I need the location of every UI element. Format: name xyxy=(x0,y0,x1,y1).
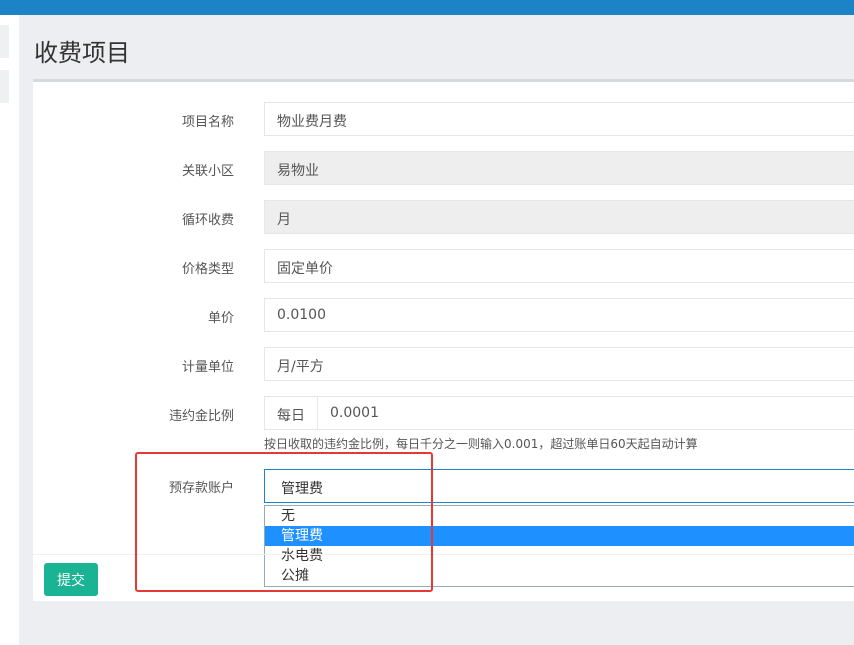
main-content: 收费项目 项目名称 物业费月费 关联小区 易物业 循环收费 月 价格类型 固定单… xyxy=(19,15,854,645)
dropdown-option[interactable]: 公摊 xyxy=(265,566,854,586)
price-type-label: 价格类型 xyxy=(181,262,234,277)
submit-button[interactable]: 提交 xyxy=(44,563,98,596)
deposit-account-label: 预存款账户 xyxy=(168,481,234,496)
cycle-label: 循环收费 xyxy=(181,213,234,228)
sidebar-strip xyxy=(0,15,19,645)
penalty-help-text: 按日收取的违约金比例，每日千分之一则输入0.001，超过账单日60天起自动计算 xyxy=(264,437,698,451)
deposit-account-dropdown: 无 管理费 水电费 公摊 xyxy=(264,505,854,587)
item-name-input[interactable]: 物业费月费 xyxy=(264,102,854,136)
page-title: 收费项目 xyxy=(34,39,130,67)
penalty-label: 违约金比例 xyxy=(168,409,234,424)
community-input: 易物业 xyxy=(264,151,854,185)
sidebar-tab[interactable] xyxy=(0,70,9,103)
top-navbar xyxy=(0,0,854,15)
penalty-addon: 每日 xyxy=(264,396,318,430)
sidebar-tab[interactable] xyxy=(0,25,9,58)
dropdown-option[interactable]: 无 xyxy=(265,506,854,526)
unit-price-input[interactable]: 0.0100 xyxy=(264,298,854,332)
price-type-select[interactable]: 固定单价 xyxy=(264,249,854,283)
item-name-label: 项目名称 xyxy=(181,115,234,130)
unit-price-label: 单价 xyxy=(207,311,234,326)
deposit-account-select[interactable]: 管理费 xyxy=(264,469,854,503)
form-panel: 项目名称 物业费月费 关联小区 易物业 循环收费 月 价格类型 固定单价 单价 … xyxy=(33,79,854,601)
dropdown-option-selected[interactable]: 管理费 xyxy=(265,526,854,546)
form-divider xyxy=(33,554,854,555)
unit-label: 计量单位 xyxy=(181,360,234,375)
unit-input[interactable]: 月/平方 xyxy=(264,347,854,381)
penalty-input[interactable]: 0.0001 xyxy=(317,396,854,430)
cycle-input: 月 xyxy=(264,200,854,234)
community-label: 关联小区 xyxy=(181,164,234,179)
dropdown-option[interactable]: 水电费 xyxy=(265,546,854,566)
